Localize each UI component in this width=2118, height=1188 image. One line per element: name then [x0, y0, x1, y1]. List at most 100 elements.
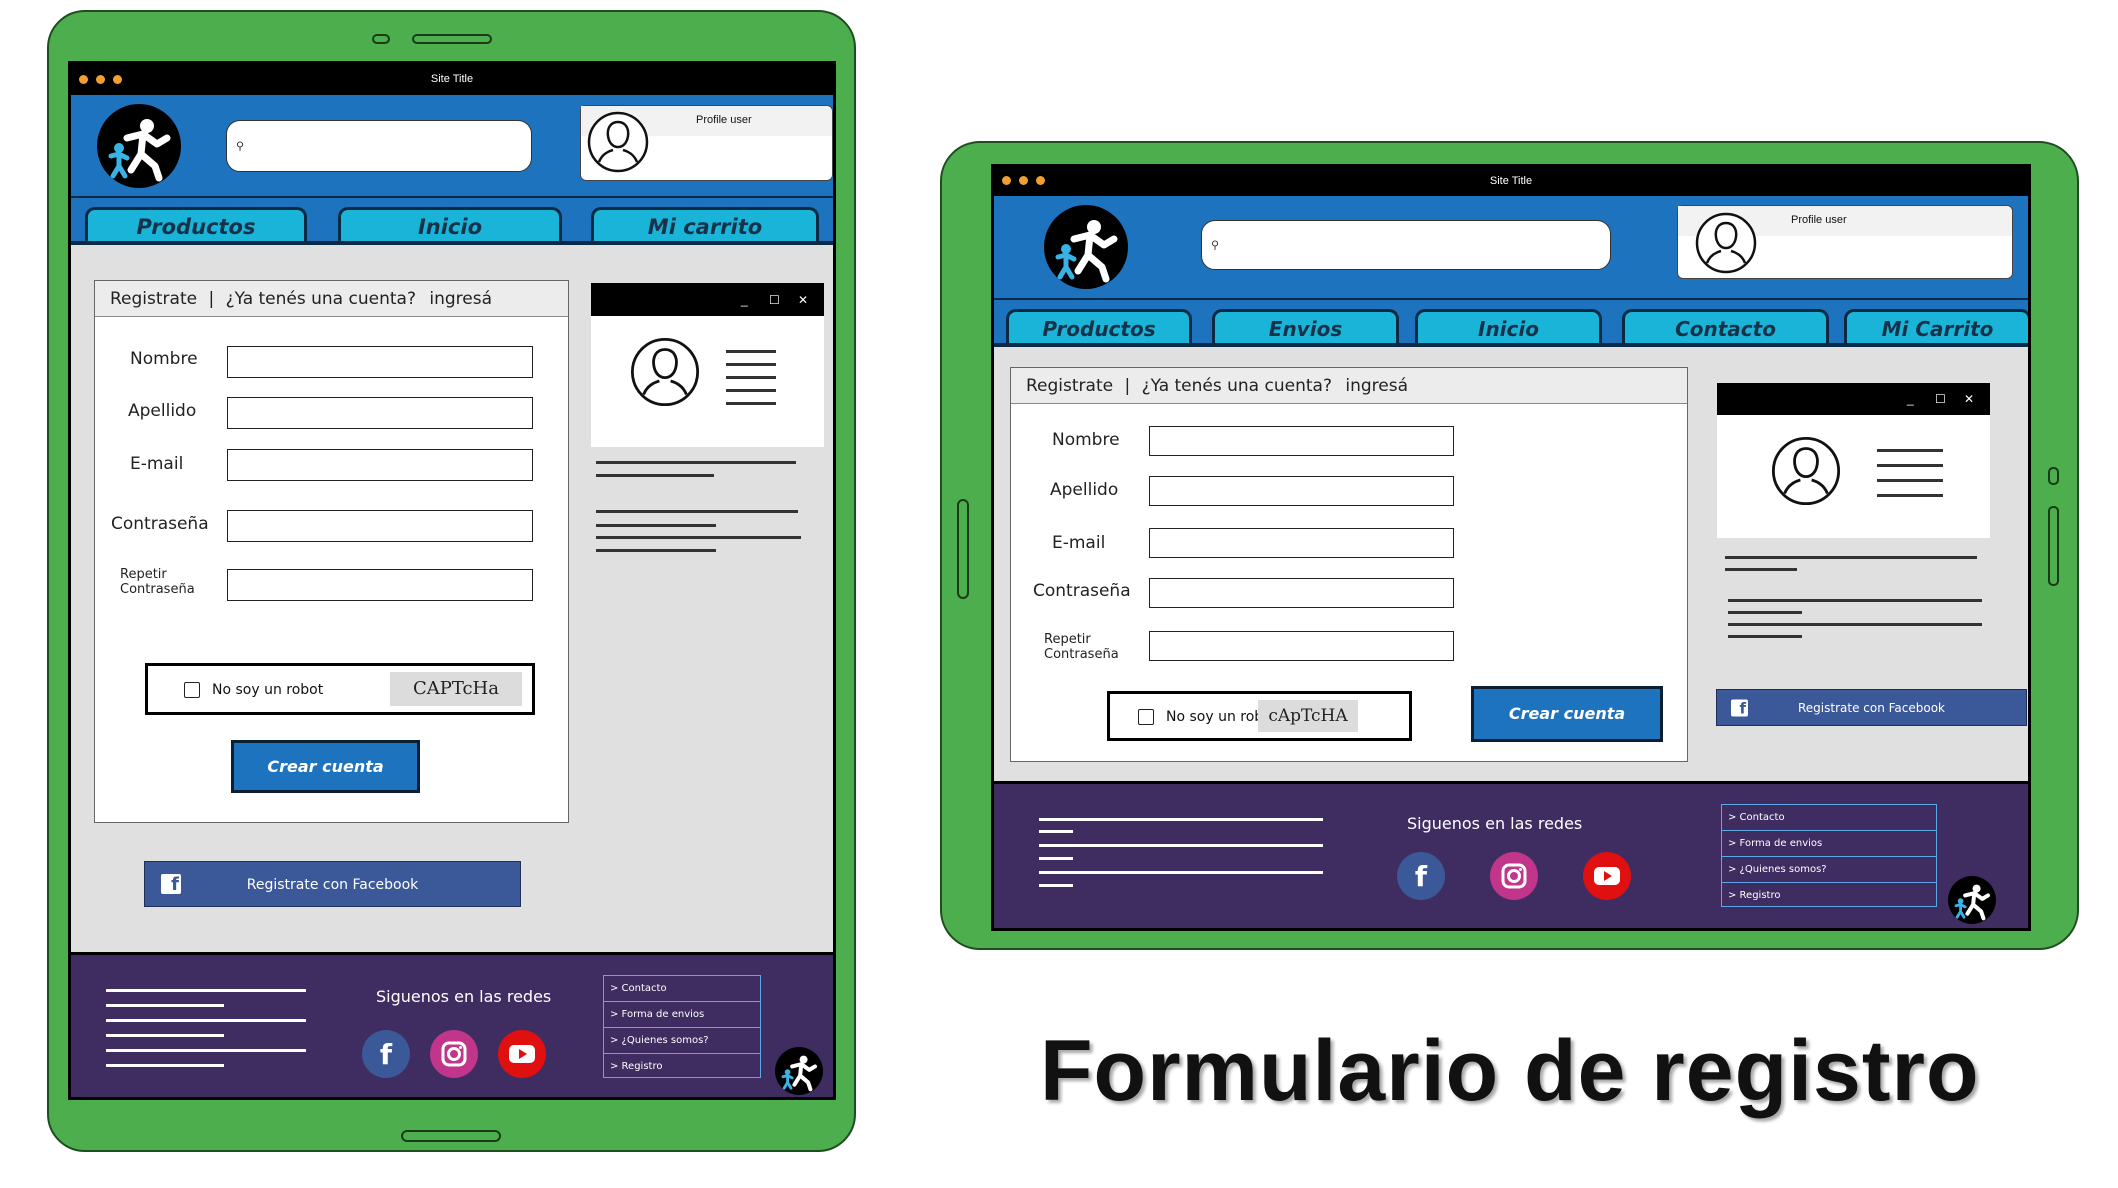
repeat-password-field[interactable] — [1149, 631, 1454, 661]
text-line — [726, 402, 776, 405]
footer-logo[interactable] — [775, 1047, 823, 1095]
close-icon[interactable]: ✕ — [798, 293, 808, 307]
search-icon: ⚲ — [1211, 239, 1220, 252]
profile-preview-window: _ ☐ ✕ — [1717, 383, 1990, 538]
create-account-button[interactable]: Crear cuenta — [1471, 686, 1663, 742]
maximize-icon[interactable]: ☐ — [1935, 392, 1946, 406]
email-field[interactable] — [1149, 528, 1454, 558]
facebook-register-button[interactable]: f Registrate con Facebook — [1716, 689, 2027, 726]
tab-registrate[interactable]: Registrate — [1026, 376, 1113, 396]
home-bar — [401, 1130, 501, 1142]
password-field[interactable] — [1149, 578, 1454, 608]
facebook-icon[interactable]: f — [362, 1030, 410, 1078]
youtube-icon[interactable] — [1583, 852, 1631, 900]
footer-link-envios[interactable]: > Forma de envios — [604, 1002, 760, 1028]
login-question: ¿Ya tenés una cuenta? — [225, 289, 416, 309]
footer-link-registro[interactable]: > Registro — [1722, 883, 1936, 908]
header-separator: | — [1124, 376, 1131, 396]
site-footer: Siguenos en las redes f > Contacto > For… — [994, 781, 2028, 928]
nombre-field[interactable] — [1149, 426, 1454, 456]
profile-label: Profile user — [696, 114, 752, 126]
text-line — [596, 536, 801, 539]
minimize-icon[interactable]: _ — [741, 293, 748, 307]
tab-registrate[interactable]: Registrate — [110, 289, 197, 309]
profile-label: Profile user — [1791, 214, 1847, 226]
registration-form: Registrate | ¿Ya tenés una cuenta? ingre… — [1010, 367, 1688, 762]
tab-mi-carrito[interactable]: Mi Carrito — [1844, 309, 2028, 343]
landscape-tablet: Site Title ⚲ Profile user Productos Envi… — [940, 141, 2079, 950]
nombre-field[interactable] — [227, 346, 533, 378]
tab-inicio[interactable]: Inicio — [1415, 309, 1602, 343]
password-label: Contraseña — [1033, 581, 1131, 601]
family-logo-icon — [108, 119, 171, 182]
text-line — [726, 350, 776, 353]
footer-link-contacto[interactable]: > Contacto — [1722, 805, 1936, 831]
facebook-icon: f — [1731, 699, 1748, 717]
speaker-slot — [2048, 506, 2059, 586]
apellido-field[interactable] — [1149, 476, 1454, 506]
tab-mi-carrito[interactable]: Mi carrito — [591, 207, 819, 241]
profile-card[interactable]: Profile user — [580, 105, 833, 181]
minimize-icon[interactable]: _ — [1907, 392, 1914, 406]
repeat-password-field[interactable] — [227, 569, 533, 601]
facebook-register-button[interactable]: f Registrate con Facebook — [144, 861, 521, 907]
tab-productos[interactable]: Productos — [1006, 309, 1192, 343]
footer-logo[interactable] — [1948, 876, 1996, 924]
svg-text:f: f — [380, 1038, 393, 1071]
browser-titlebar: Site Title — [994, 167, 2028, 196]
window-dot[interactable] — [113, 75, 122, 84]
page-caption: Formulario de registro — [1040, 1023, 1980, 1119]
captcha-checkbox[interactable] — [1138, 709, 1154, 725]
tab-envios[interactable]: Envios — [1212, 309, 1399, 343]
maximize-icon[interactable]: ☐ — [769, 293, 780, 307]
tab-inicio[interactable]: Inicio — [338, 207, 562, 241]
site-logo[interactable] — [97, 104, 181, 188]
repeat-label-line1: Repetir — [1044, 632, 1091, 647]
repeat-password-label: Repetir Contraseña — [120, 567, 195, 597]
password-field[interactable] — [227, 510, 533, 542]
footer-text-line — [106, 989, 306, 992]
nombre-label: Nombre — [1052, 430, 1120, 450]
footer-text-line — [106, 1049, 306, 1052]
main-nav: Productos Inicio Mi carrito — [71, 198, 833, 245]
site-logo[interactable] — [1044, 205, 1128, 289]
search-input[interactable]: ⚲ — [1201, 220, 1611, 270]
window-dot[interactable] — [1002, 176, 1011, 185]
window-dot[interactable] — [96, 75, 105, 84]
footer-links: > Contacto > Forma de envios > ¿Quienes … — [1721, 804, 1937, 907]
window-dot[interactable] — [1019, 176, 1028, 185]
apellido-field[interactable] — [227, 397, 533, 429]
window-dot[interactable] — [1036, 176, 1045, 185]
tab-productos[interactable]: Productos — [85, 207, 307, 241]
nombre-label: Nombre — [130, 349, 198, 369]
email-field[interactable] — [227, 449, 533, 481]
footer-link-envios[interactable]: > Forma de envios — [1722, 831, 1936, 857]
email-label: E-mail — [130, 454, 184, 474]
window-dot[interactable] — [79, 75, 88, 84]
facebook-icon[interactable]: f — [1397, 852, 1445, 900]
footer-link-quienes[interactable]: > ¿Quienes somos? — [604, 1028, 760, 1054]
youtube-icon[interactable] — [498, 1030, 546, 1078]
footer-link-contacto[interactable]: > Contacto — [604, 976, 760, 1002]
footer-link-registro[interactable]: > Registro — [604, 1054, 760, 1079]
header-separator: | — [208, 289, 215, 309]
close-icon[interactable]: ✕ — [1964, 392, 1974, 406]
text-line — [1728, 611, 1802, 614]
captcha-checkbox[interactable] — [184, 682, 200, 698]
profile-card[interactable]: Profile user — [1677, 205, 2013, 279]
create-account-button[interactable]: Crear cuenta — [231, 740, 420, 793]
login-link[interactable]: ingresá — [1345, 376, 1408, 396]
instagram-icon[interactable] — [1490, 852, 1538, 900]
apellido-label: Apellido — [1050, 480, 1119, 500]
search-input[interactable]: ⚲ — [226, 120, 532, 172]
instagram-icon[interactable] — [430, 1030, 478, 1078]
portrait-screen: Site Title ⚲ Profile user Productos Inic… — [68, 61, 836, 1100]
text-line — [1877, 464, 1943, 467]
repeat-password-label: Repetir Contraseña — [1044, 632, 1119, 662]
portrait-tablet: Site Title ⚲ Profile user Productos Inic… — [47, 10, 856, 1152]
preview-titlebar: _ ☐ ✕ — [1717, 383, 1990, 415]
login-link[interactable]: ingresá — [429, 289, 492, 309]
footer-link-quienes[interactable]: > ¿Quienes somos? — [1722, 857, 1936, 883]
footer-text-line — [1039, 884, 1073, 887]
tab-contacto[interactable]: Contacto — [1622, 309, 1829, 343]
